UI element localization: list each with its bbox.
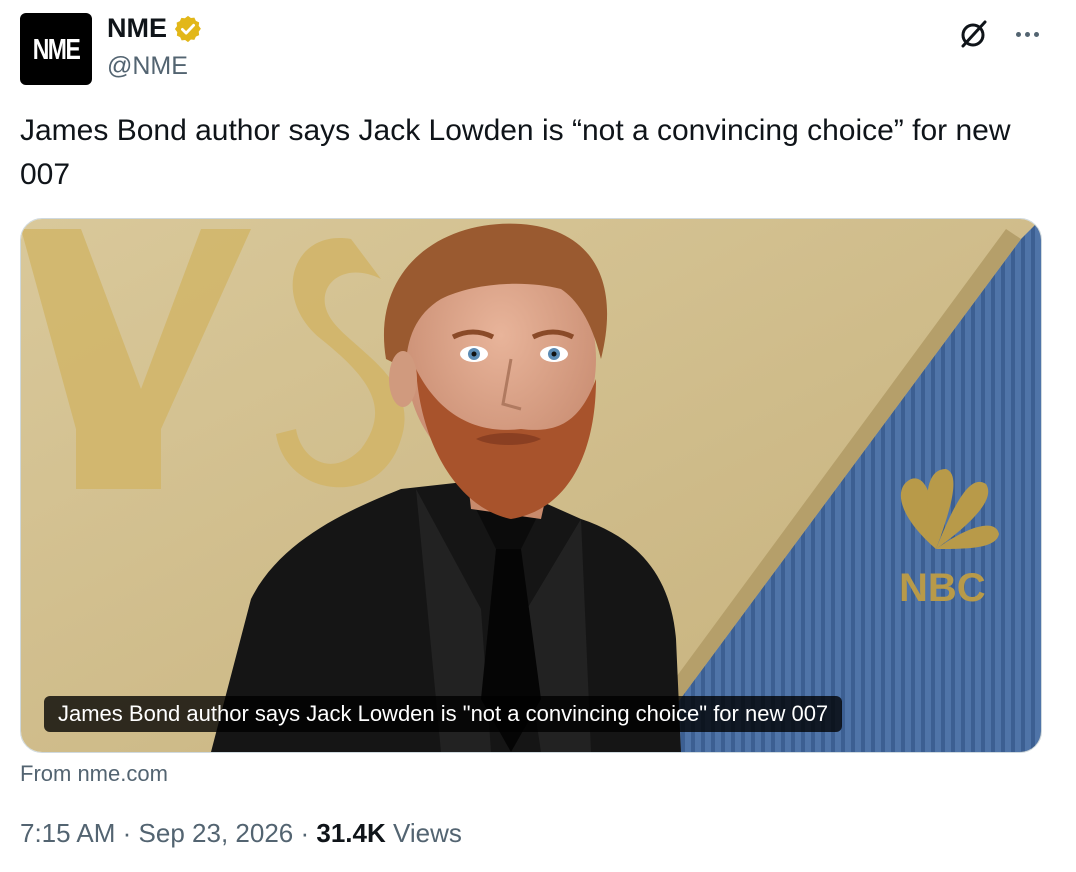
- card-source-link[interactable]: From nme.com: [20, 761, 168, 787]
- more-options-icon[interactable]: [1009, 16, 1045, 52]
- grok-icon[interactable]: [955, 16, 991, 52]
- author-name-row: NME: [107, 13, 203, 44]
- meta-separator: ·: [122, 818, 132, 848]
- card-image: NBC: [21, 219, 1041, 752]
- author-display-name[interactable]: NME: [107, 13, 167, 44]
- avatar-logo-text: NME: [32, 32, 81, 65]
- nbc-logo-text: NBC: [899, 566, 986, 610]
- tweet-text: James Bond author says Jack Lowden is “n…: [20, 114, 1011, 191]
- verified-badge-icon: [174, 15, 201, 42]
- link-card[interactable]: NBC James Bond author says Jack Lowden i…: [20, 218, 1042, 753]
- tweet-time[interactable]: 7:15 AM: [20, 818, 115, 848]
- tweet-date[interactable]: Sep 23, 2026: [139, 818, 294, 848]
- card-headline-caption: James Bond author says Jack Lowden is "n…: [44, 696, 843, 732]
- author-handle[interactable]: @NME: [107, 52, 188, 81]
- views-label: Views: [393, 818, 462, 848]
- author-avatar[interactable]: NME: [20, 13, 92, 85]
- tweet-meta: 7:15 AM · Sep 23, 2026 · 31.4K Views: [20, 818, 462, 849]
- views-count: 31.4K: [316, 818, 386, 848]
- meta-separator: ·: [300, 818, 310, 848]
